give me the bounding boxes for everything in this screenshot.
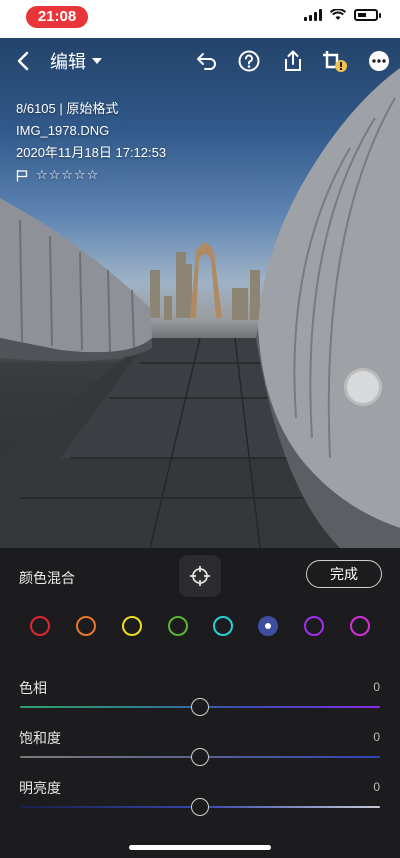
swatch-green[interactable] (168, 616, 188, 636)
photo-info: 8/6105 | 原始格式 IMG_1978.DNG 2020年11月18日 1… (16, 98, 166, 186)
back-button[interactable] (10, 46, 36, 76)
luminance-value: 0 (373, 780, 380, 794)
photo-datetime: 2020年11月18日 17:12:53 (16, 145, 167, 160)
edit-title: 编辑 (50, 52, 86, 72)
swatch-yellow[interactable] (122, 616, 142, 636)
help-button[interactable] (236, 48, 262, 74)
color-swatches (0, 616, 400, 636)
swatch-blue[interactable] (258, 616, 278, 636)
more-icon (369, 51, 389, 71)
share-icon (285, 50, 301, 71)
target-adjust-button[interactable] (179, 555, 221, 597)
status-bar: 21:08 (0, 0, 400, 38)
cellular-signal-icon (304, 9, 322, 21)
luminance-slider-thumb[interactable] (191, 798, 209, 816)
hue-slider-thumb[interactable] (191, 698, 209, 716)
edit-menu-dropdown[interactable]: 编辑 (50, 48, 102, 74)
swatch-magenta[interactable] (350, 616, 370, 636)
hue-label: 色相 (19, 680, 47, 696)
status-icons (304, 9, 381, 21)
undo-button[interactable] (194, 48, 220, 74)
status-time: 21:08 (26, 6, 88, 28)
star-rating[interactable]: ☆☆☆☆☆ (36, 164, 99, 186)
drag-handle[interactable] (344, 368, 382, 406)
photo-filename: IMG_1978.DNG (16, 123, 110, 138)
undo-icon (197, 53, 216, 70)
swatch-purple[interactable] (304, 616, 324, 636)
help-icon (238, 50, 260, 72)
luminance-label: 明亮度 (19, 780, 61, 796)
caret-down-icon (92, 58, 102, 64)
flag-icon[interactable] (16, 169, 28, 182)
swatch-aqua[interactable] (213, 616, 233, 636)
hue-value: 0 (373, 680, 380, 694)
saturation-label: 饱和度 (19, 730, 61, 746)
saturation-slider-thumb[interactable] (191, 748, 209, 766)
done-button[interactable]: 完成 (306, 560, 382, 588)
swatch-red[interactable] (30, 616, 50, 636)
battery-icon (354, 9, 381, 21)
crop-warning-icon (323, 51, 347, 72)
home-indicator[interactable] (129, 845, 271, 850)
more-button[interactable] (366, 48, 392, 74)
saturation-value: 0 (373, 730, 380, 744)
share-button[interactable] (280, 48, 306, 74)
swatch-orange[interactable] (76, 616, 96, 636)
crop-warning-button[interactable] (322, 48, 348, 74)
back-icon (17, 51, 29, 71)
wifi-icon (330, 9, 346, 20)
panel-title: 颜色混合 (19, 570, 75, 586)
color-mix-panel: 颜色混合 完成 色相 0 饱和度 0 明亮度 0 (0, 548, 400, 858)
photo-index: 8/6105 | 原始格式 (16, 101, 119, 116)
crosshair-icon (190, 566, 210, 586)
